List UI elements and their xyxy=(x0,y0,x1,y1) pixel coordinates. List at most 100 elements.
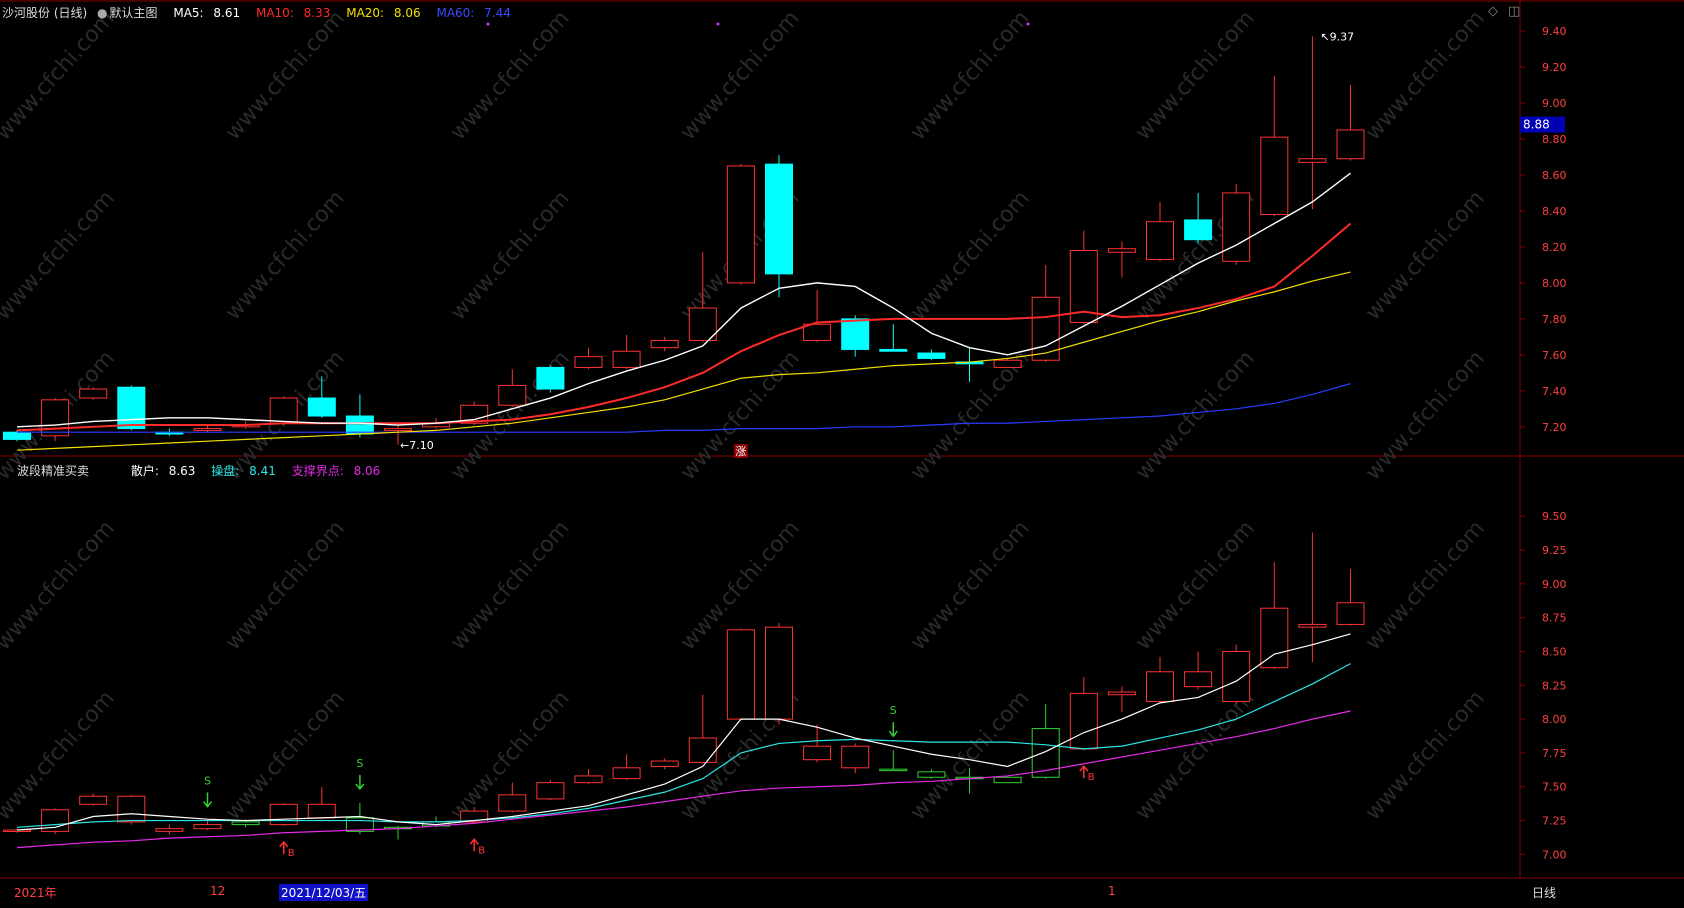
trader-legend: 操盘: 8.41 xyxy=(211,464,276,478)
indicator-name[interactable]: 波段精准买卖 xyxy=(17,464,89,478)
candle-body xyxy=(765,626,793,720)
buy-signal-label: B xyxy=(1088,772,1095,783)
candle-body xyxy=(193,428,222,431)
ma60-legend: MA60: 7.44 xyxy=(436,6,511,20)
candle-body xyxy=(1336,129,1365,160)
candle xyxy=(498,369,527,408)
watermark-text: www.cfchi.com xyxy=(0,516,120,655)
candle-body xyxy=(307,397,336,417)
candle xyxy=(612,754,641,780)
candle xyxy=(1069,677,1098,751)
candle xyxy=(1146,656,1174,703)
watermark-text: www.cfchi.com xyxy=(0,6,120,145)
candle xyxy=(879,324,908,352)
candle xyxy=(650,758,679,770)
candle-body xyxy=(1184,671,1213,688)
candle-body xyxy=(993,359,1022,368)
candle-body xyxy=(1222,650,1251,703)
candle xyxy=(1336,568,1365,626)
watermark-text: www.cfchi.com xyxy=(1361,6,1490,145)
candle xyxy=(1336,84,1365,161)
retail-legend: 散户: 8.63 xyxy=(130,464,196,478)
sell-signal-label: S xyxy=(204,775,211,788)
candle xyxy=(345,394,374,438)
y-tick-label: 8.60 xyxy=(1542,169,1567,182)
candle-body xyxy=(841,745,870,769)
y-tick-label: 7.40 xyxy=(1542,385,1567,398)
candle-body xyxy=(574,775,603,784)
candle xyxy=(612,335,641,370)
y-tick-label: 9.00 xyxy=(1542,97,1567,110)
candle xyxy=(955,347,984,382)
candle-body xyxy=(269,397,298,424)
watermark-text: www.cfchi.com xyxy=(1361,516,1490,655)
candle-body xyxy=(1260,607,1289,669)
y-tick-label: 9.25 xyxy=(1542,544,1567,557)
candle-body xyxy=(917,771,946,778)
candle-body xyxy=(1222,192,1251,262)
buy-arrow-icon xyxy=(1079,765,1089,779)
candle xyxy=(498,782,527,813)
watermark-text: www.cfchi.com xyxy=(1131,346,1260,485)
candle-body xyxy=(3,431,31,440)
window-toggle-icon[interactable]: ◫ xyxy=(1508,4,1520,19)
candle-body xyxy=(231,821,260,826)
candle xyxy=(1222,183,1251,265)
event-dot xyxy=(486,22,490,26)
axis-month-1-label: 1 xyxy=(1108,884,1116,898)
lower-chart-legend: 波段精准买卖 散户: 8.63 操盘: 8.41 支撑界点: 8.06 xyxy=(17,462,392,479)
chart-mode-dropdown[interactable]: ● 默认主图 xyxy=(97,6,167,20)
candle xyxy=(1069,230,1098,325)
diamond-icon[interactable]: ◇ xyxy=(1488,4,1498,19)
candle-body xyxy=(307,803,336,819)
candle xyxy=(1184,192,1213,244)
candle-body xyxy=(574,356,603,368)
watermark-text: www.cfchi.com xyxy=(1131,516,1260,655)
buy-arrow-icon xyxy=(279,840,289,854)
watermark-text: www.cfchi.com xyxy=(906,6,1035,145)
candle-body xyxy=(384,428,412,431)
candle xyxy=(1184,651,1213,690)
chart-canvas[interactable]: www.cfchi.com www.cfchi.com www.cfchi.com w… xyxy=(0,0,1684,905)
candle xyxy=(41,808,70,835)
candle-body xyxy=(1336,602,1365,625)
candle xyxy=(917,349,946,361)
watermark-text: www.cfchi.com xyxy=(446,186,575,325)
candle-body xyxy=(765,163,793,275)
rise-marker: 涨 xyxy=(735,445,746,458)
sell-arrow-icon xyxy=(202,792,213,808)
stock-chart-window: www.cfchi.com www.cfchi.com www.cfchi.com w… xyxy=(0,0,1684,905)
buy-signal-label: B xyxy=(288,848,295,859)
current-price-label: 8.88 xyxy=(1523,118,1550,132)
y-tick-label: 7.75 xyxy=(1542,747,1567,760)
candle xyxy=(726,164,755,285)
stock-name[interactable]: 沙河股份 (日线) xyxy=(2,6,87,20)
candle xyxy=(726,628,755,721)
watermark-text: www.cfchi.com xyxy=(1361,346,1490,485)
watermark-text: www.cfchi.com xyxy=(221,6,350,145)
watermark-text: www.cfchi.com xyxy=(676,6,805,145)
y-tick-label: 9.50 xyxy=(1542,510,1567,523)
ma20-legend: MA20: 8.06 xyxy=(346,6,421,20)
candle xyxy=(879,750,908,772)
candle xyxy=(1107,686,1136,713)
candle-body xyxy=(1107,691,1136,696)
watermark-text: www.cfchi.com xyxy=(446,6,575,145)
watermark-text: www.cfchi.com xyxy=(1361,686,1490,825)
y-tick-label: 8.00 xyxy=(1542,277,1567,290)
candle-body xyxy=(1260,136,1289,216)
candle-body xyxy=(1298,158,1327,163)
candle xyxy=(574,769,603,785)
sell-signal-label: S xyxy=(356,757,363,770)
candle-body xyxy=(536,366,565,390)
candle-body xyxy=(879,348,908,352)
event-dot xyxy=(716,22,720,26)
y-tick-label: 8.50 xyxy=(1542,645,1567,658)
watermark-text: www.cfchi.com xyxy=(0,186,120,325)
watermark-text: www.cfchi.com xyxy=(906,516,1035,655)
period-tab[interactable]: 日线 xyxy=(1532,884,1556,901)
watermark-text: www.cfchi.com xyxy=(221,186,350,325)
watermark-text: www.cfchi.com xyxy=(1131,6,1260,145)
candle xyxy=(193,425,222,433)
y-tick-label: 8.75 xyxy=(1542,612,1567,625)
